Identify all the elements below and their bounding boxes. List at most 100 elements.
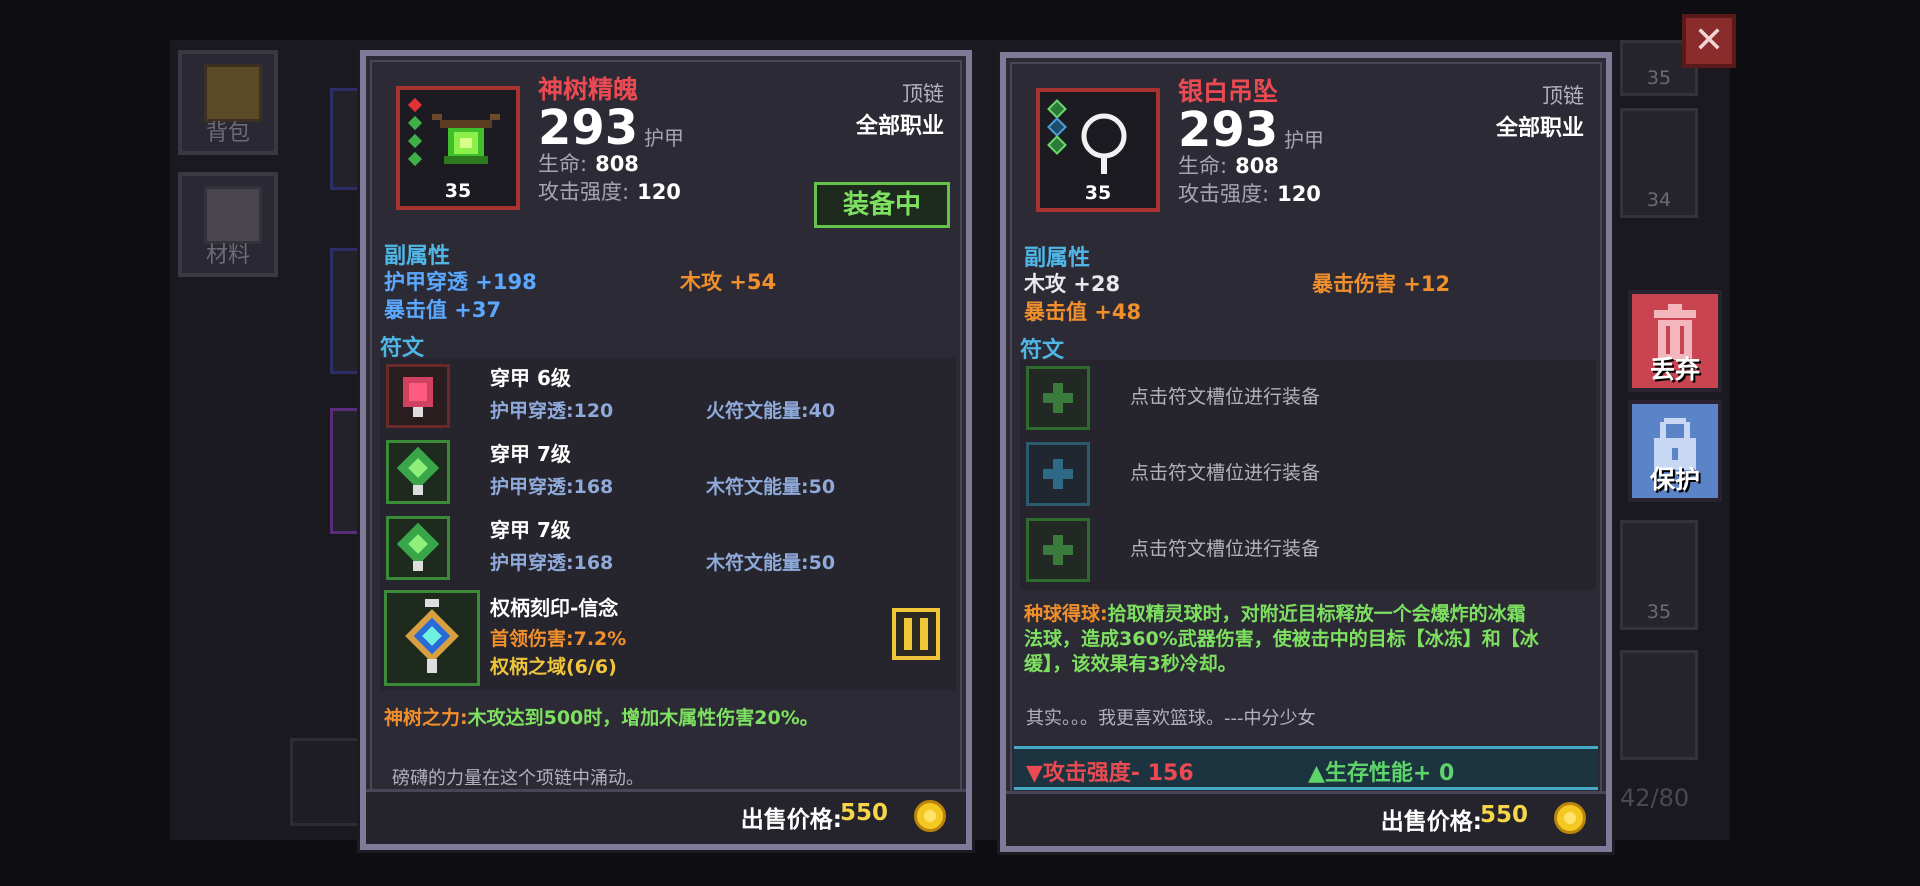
hp-stat: 生命: 808 (538, 152, 639, 176)
equipped-badge: 装备中 (814, 182, 950, 228)
fire-rune-icon (386, 364, 450, 428)
set-slot[interactable]: 权柄刻印-信念 首领伤害:7.2% 权柄之域(6/6) (380, 588, 956, 688)
red-gem-icon (407, 97, 423, 113)
sub-attribute: 暴击值 +48 (1024, 300, 1142, 324)
rune-slot-hint: 点击符文槽位进行装备 (1130, 462, 1321, 484)
materials-icon (204, 186, 262, 244)
tree-spirit-amulet-icon (432, 114, 500, 164)
tab-backpack-label: 背包 (205, 121, 250, 146)
sell-price-value: 550 (1479, 802, 1528, 828)
green-gem-icon (407, 115, 423, 131)
inventory-slot[interactable] (1620, 650, 1698, 760)
rune-list: 穿甲 6级 护甲穿透:120 火符文能量:40 穿甲 7级 护甲穿透:168 木… (380, 358, 956, 690)
protect-button[interactable]: 保护 (1628, 400, 1722, 502)
add-rune-icon (1026, 366, 1090, 430)
tab-backpack[interactable]: 背包 (178, 50, 278, 155)
sub-attribute: 木攻 +54 (680, 270, 777, 294)
slot-level: 35 (1646, 601, 1672, 623)
rune-energy: 木符文能量:50 (706, 552, 836, 574)
sell-price-label: 出售价格: (1380, 809, 1482, 835)
slot-level: 35 (1646, 67, 1672, 89)
rune-name: 穿甲 7级 (490, 518, 571, 542)
add-rune-icon (1026, 518, 1090, 582)
empty-rune-slot[interactable]: 点击符文槽位进行装备 (1020, 512, 1596, 588)
sub-attribute: 暴击伤害 +12 (1312, 272, 1451, 296)
scepter-seal-icon (384, 590, 480, 686)
sub-attribute: 暴击值 +37 (384, 298, 502, 322)
rune-slot[interactable]: 穿甲 7级 护甲穿透:168 木符文能量:50 (380, 434, 956, 510)
passive-description: 木攻达到500时，增加木属性伤害20%。 (467, 707, 819, 729)
set-bonus: 首领伤害:7.2% (490, 628, 627, 650)
flavor-text: 其实。。。我更喜欢篮球。---中分少女 (1026, 708, 1316, 729)
compared-item-panel: 35 银白吊坠 293 护甲 顶链 全部职业 生命: 808 攻击强度: 120 副… (997, 49, 1615, 855)
inventory-capacity: 42/80 (1620, 784, 1690, 812)
wood-rune-icon (386, 440, 450, 504)
rune-list: 点击符文槽位进行装备 点击符文槽位进行装备 点击符文槽位进行装备 (1020, 360, 1596, 590)
rune-stat: 护甲穿透:120 (490, 400, 614, 422)
sell-price-value: 550 (839, 800, 888, 826)
rune-name: 穿甲 7级 (490, 442, 571, 466)
item-power-label: 护甲 (644, 126, 684, 150)
tab-materials-label: 材料 (205, 243, 250, 268)
rune-energy: 木符文能量:50 (706, 476, 836, 498)
gold-coin-icon (1554, 802, 1586, 834)
rune-slot-hint: 点击符文槽位进行装备 (1130, 386, 1321, 408)
passive-name: 种球得球: (1024, 603, 1108, 625)
attack-stat: 攻击强度: 120 (1178, 182, 1321, 206)
attack-decrease: ▼攻击强度- 156 (1026, 761, 1194, 786)
set-details-button[interactable] (892, 608, 940, 660)
rune-energy: 火符文能量:40 (706, 400, 836, 422)
add-rune-icon (1026, 442, 1090, 506)
set-name: 权柄刻印-信念 (490, 596, 619, 620)
comparison-bar: ▼攻击强度- 156 ▲生存性能+ 0 (1014, 746, 1598, 790)
item-level: 35 (444, 180, 472, 202)
green-gem-icon (407, 133, 423, 149)
set-progress: 权柄之域(6/6) (490, 656, 617, 678)
rune-name: 穿甲 6级 (490, 366, 571, 390)
sell-price-label: 出售价格: (740, 807, 842, 833)
attack-stat: 攻击强度: 120 (538, 180, 681, 204)
item-class-requirement: 全部职业 (1495, 116, 1584, 141)
empty-rune-slot[interactable]: 点击符文槽位进行装备 (1020, 436, 1596, 512)
survival-increase: ▲生存性能+ 0 (1308, 761, 1455, 786)
rune-stat: 护甲穿透:168 (490, 476, 614, 498)
green-gem-icon (407, 151, 423, 167)
equipped-item-panel: 35 神树精魄 293 护甲 顶链 全部职业 生命: 808 攻击强度: 120 装… (357, 47, 975, 853)
rune-slot-hint: 点击符文槽位进行装备 (1130, 538, 1321, 560)
rune-slot[interactable]: 穿甲 6级 护甲穿透:120 火符文能量:40 (380, 358, 956, 434)
item-class-requirement: 全部职业 (855, 114, 944, 139)
info-book-icon (904, 618, 928, 650)
sub-attribute: 木攻 +28 (1024, 272, 1121, 296)
inventory-slot[interactable]: 34 (1620, 108, 1698, 218)
protect-label: 保护 (1649, 465, 1700, 494)
passive-skill: 神树之力:木攻达到500时，增加木属性伤害20%。 (384, 706, 819, 731)
discard-button[interactable]: 丢弃 (1628, 290, 1722, 392)
inventory-slot-bg (290, 738, 366, 826)
discard-label: 丢弃 (1649, 355, 1700, 384)
flavor-text: 磅礴的力量在这个项链中涌动。 (392, 768, 644, 789)
passive-name: 神树之力: (384, 707, 468, 729)
empty-rune-slot[interactable]: 点击符文槽位进行装备 (1020, 360, 1596, 436)
item-slot-type: 顶链 (1542, 84, 1584, 108)
item-slot-type: 顶链 (902, 82, 944, 106)
sell-price-bar: 出售价格: 550 (366, 789, 966, 844)
sub-attribute: 护甲穿透 +198 (384, 270, 537, 294)
tab-materials[interactable]: 材料 (178, 172, 278, 277)
gold-coin-icon (914, 800, 946, 832)
inventory-slot[interactable]: 35 (1620, 520, 1698, 630)
slot-level: 34 (1646, 189, 1672, 211)
item-icon-frame[interactable]: 35 (1036, 88, 1160, 212)
item-level: 35 (1084, 182, 1112, 204)
sell-price-bar: 出售价格: 550 (1006, 791, 1606, 846)
close-button[interactable]: ✕ (1682, 14, 1736, 68)
silver-pendant-icon (1081, 113, 1127, 174)
wood-rune-icon (386, 516, 450, 580)
item-power-label: 护甲 (1284, 128, 1324, 152)
chest-icon (204, 64, 262, 122)
passive-skill: 种球得球:拾取精灵球时，对附近目标释放一个会爆炸的冰霜 法球，造成360%武器伤… (1024, 603, 1539, 675)
rune-slot[interactable]: 穿甲 7级 护甲穿透:168 木符文能量:50 (380, 510, 956, 586)
close-icon: ✕ (1693, 20, 1725, 61)
hp-stat: 生命: 808 (1178, 154, 1279, 178)
item-icon-frame[interactable]: 35 (396, 86, 520, 210)
rune-stat: 护甲穿透:168 (490, 552, 614, 574)
